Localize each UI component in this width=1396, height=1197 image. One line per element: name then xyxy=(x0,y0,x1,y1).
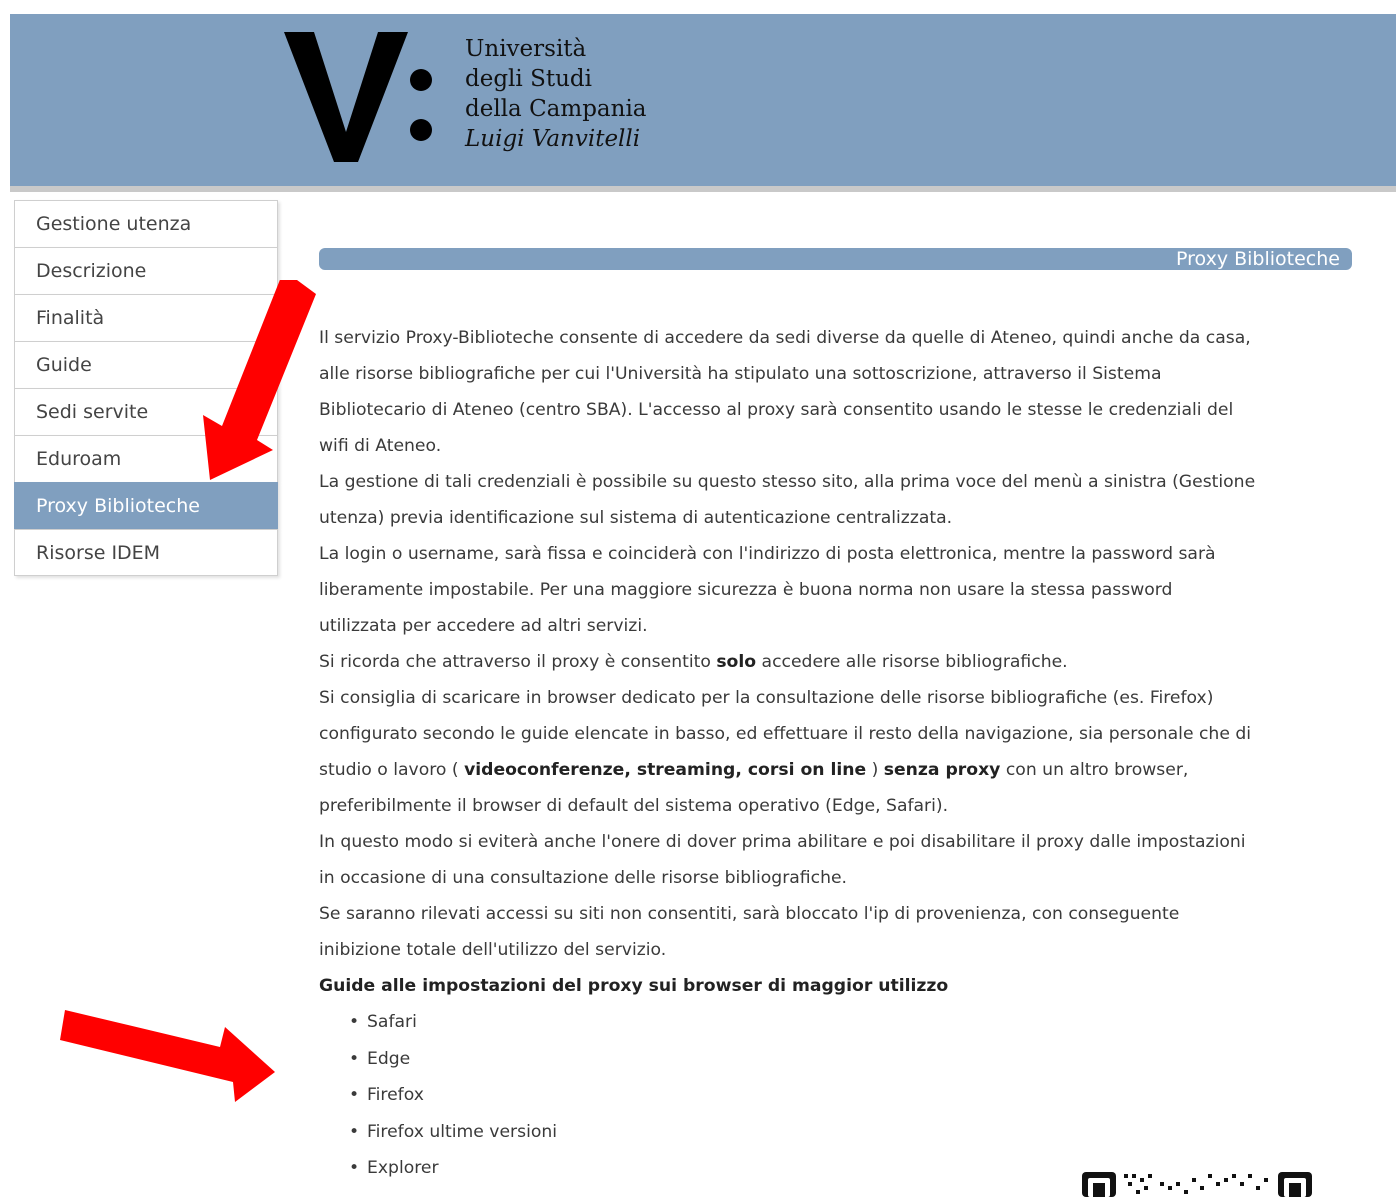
text-line: in occasione di una consultazione delle … xyxy=(319,868,848,888)
list-item: • Firefox xyxy=(349,1077,1359,1114)
logo-subtitle: Luigi Vanvitelli xyxy=(465,126,641,152)
main-content: Il servizio Proxy-Biblioteche consente d… xyxy=(319,320,1359,1187)
text-line: Il servizio Proxy-Biblioteche consente d… xyxy=(319,328,1251,348)
text-line: In questo modo si eviterà anche l'onere … xyxy=(319,832,1246,852)
text-segment: con un altro browser, xyxy=(1000,760,1189,780)
bold-text: videoconferenze, streaming, corsi on lin… xyxy=(464,760,867,780)
bullet-icon: • xyxy=(349,1121,360,1142)
university-logo-icon[interactable] xyxy=(284,32,454,162)
list-item: • Safari xyxy=(349,1004,1359,1041)
logo-line-3: della Campania xyxy=(465,96,647,122)
text-segment: Si ricorda che attraverso il proxy è con… xyxy=(319,652,717,672)
text-line: preferibilmente il browser di default de… xyxy=(319,796,949,816)
guide-link-firefox-ultime-versioni[interactable]: Firefox ultime versioni xyxy=(367,1122,557,1142)
bullet-icon: • xyxy=(349,1085,360,1105)
section-title-bar: Proxy Biblioteche xyxy=(319,248,1352,270)
list-item: • Edge xyxy=(349,1041,1359,1078)
red-arrow-icon xyxy=(60,1010,275,1102)
text-line: La login o username, sarà fissa e coinci… xyxy=(319,544,1216,564)
text-line: wifi di Ateneo. xyxy=(319,436,442,456)
bullet-icon: • xyxy=(349,1012,360,1032)
list-item: • Firefox ultime versioni xyxy=(349,1114,1359,1151)
text-line: alle risorse bibliografiche per cui l'Un… xyxy=(319,364,1162,384)
text-line: Si consiglia di scaricare in browser ded… xyxy=(319,688,1214,708)
guide-link-explorer[interactable]: Explorer xyxy=(367,1158,439,1178)
text-line: utenza) previa identificazione sul siste… xyxy=(319,508,953,528)
bullet-icon: • xyxy=(349,1158,360,1178)
text-line: La gestione di tali credenziali è possib… xyxy=(319,472,1256,492)
text-line: configurato secondo le guide elencate in… xyxy=(319,724,1252,744)
university-name: Università degli Studi della Campania Lu… xyxy=(465,34,647,154)
text-segment: studio o lavoro ( xyxy=(319,760,465,780)
sidebar-item-risorse-idem[interactable]: Risorse IDEM xyxy=(14,529,278,576)
logo-line-2: degli Studi xyxy=(465,66,592,92)
text-line: Si ricorda che attraverso il proxy è con… xyxy=(319,644,1359,680)
site-header: Università degli Studi della Campania Lu… xyxy=(10,14,1396,192)
text-line: studio o lavoro ( videoconferenze, strea… xyxy=(319,752,1359,788)
text-line: inibizione totale dell'utilizzo del serv… xyxy=(319,940,667,960)
text-line: utilizzata per accedere ad altri servizi… xyxy=(319,616,648,636)
qr-code-icon[interactable] xyxy=(1082,1172,1312,1197)
guide-link-firefox[interactable]: Firefox xyxy=(367,1085,424,1105)
red-arrow-icon xyxy=(203,280,316,480)
page: Università degli Studi della Campania Lu… xyxy=(0,0,1396,1197)
sidebar-item-gestione-utenza[interactable]: Gestione utenza xyxy=(14,200,278,247)
section-title: Proxy Biblioteche xyxy=(1176,248,1340,270)
guide-link-safari[interactable]: Safari xyxy=(367,1012,417,1032)
guides-title: Guide alle impostazioni del proxy sui br… xyxy=(319,976,949,996)
text-line: liberamente impostabile. Per una maggior… xyxy=(319,580,1173,600)
text-segment: ) xyxy=(866,760,884,780)
bullet-icon: • xyxy=(349,1048,360,1069)
guide-link-edge[interactable]: Edge xyxy=(367,1049,410,1069)
bold-text: senza proxy xyxy=(883,760,1001,780)
text-line: Bibliotecario di Ateneo (centro SBA). L'… xyxy=(319,400,1234,420)
text-segment: accedere alle risorse bibliografiche. xyxy=(756,652,1068,672)
logo-line-1: Università xyxy=(465,36,587,62)
text-line: Se saranno rilevati accessi su siti non … xyxy=(319,904,1180,924)
guides-list: • Safari • Edge • Firefox • Firefox ultime v… xyxy=(319,1004,1359,1187)
bold-text: solo xyxy=(716,652,757,672)
